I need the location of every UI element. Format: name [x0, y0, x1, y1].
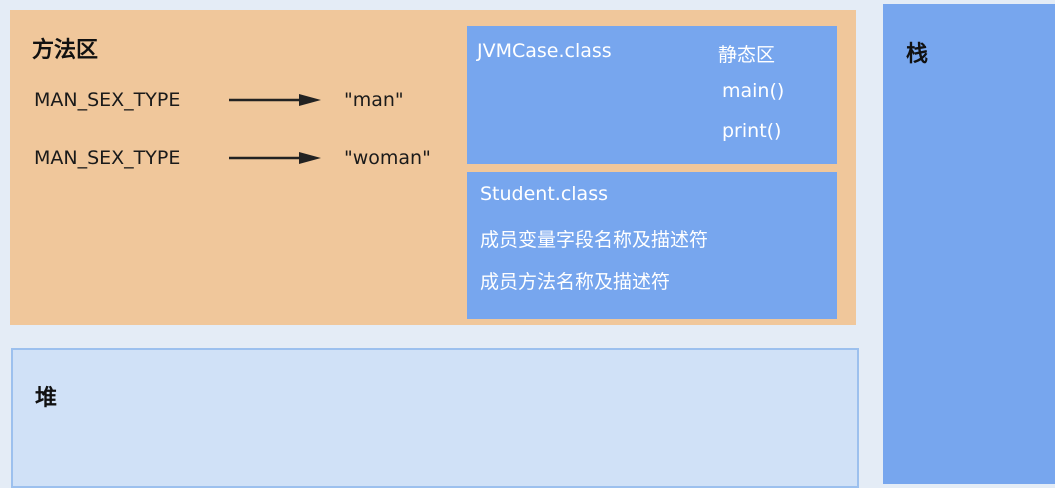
- heap-area: 堆: [11, 348, 859, 488]
- constant-row: MAN_SEX_TYPE "woman": [34, 144, 431, 172]
- constant-row: MAN_SEX_TYPE "man": [34, 86, 404, 114]
- member-fields-label: 成员变量字段名称及描述符: [480, 229, 709, 251]
- heap-title: 堆: [35, 386, 58, 411]
- jvmcase-class-box: JVMCase.class 静态区 main() print(): [467, 26, 837, 164]
- arrow-right-icon: [229, 152, 321, 164]
- constant-name: MAN_SEX_TYPE: [34, 147, 181, 169]
- constant-value: "woman": [344, 147, 431, 169]
- stack-title: 栈: [906, 42, 929, 67]
- constant-name: MAN_SEX_TYPE: [34, 89, 181, 111]
- jvmcase-class-name: JVMCase.class: [477, 40, 612, 62]
- arrow-right-icon: [229, 94, 321, 106]
- member-methods-label: 成员方法名称及描述符: [480, 271, 671, 293]
- method-print: print(): [722, 120, 782, 142]
- method-area-title: 方法区: [32, 38, 99, 63]
- student-class-name: Student.class: [480, 183, 608, 205]
- constant-value: "man": [344, 89, 404, 111]
- static-area-label: 静态区: [718, 44, 776, 66]
- method-main: main(): [722, 80, 785, 102]
- stack-area: 栈: [883, 4, 1055, 484]
- method-area: 方法区 MAN_SEX_TYPE "man" MAN_SEX_TYPE "wom…: [10, 10, 856, 325]
- student-class-box: Student.class 成员变量字段名称及描述符 成员方法名称及描述符: [467, 172, 837, 319]
